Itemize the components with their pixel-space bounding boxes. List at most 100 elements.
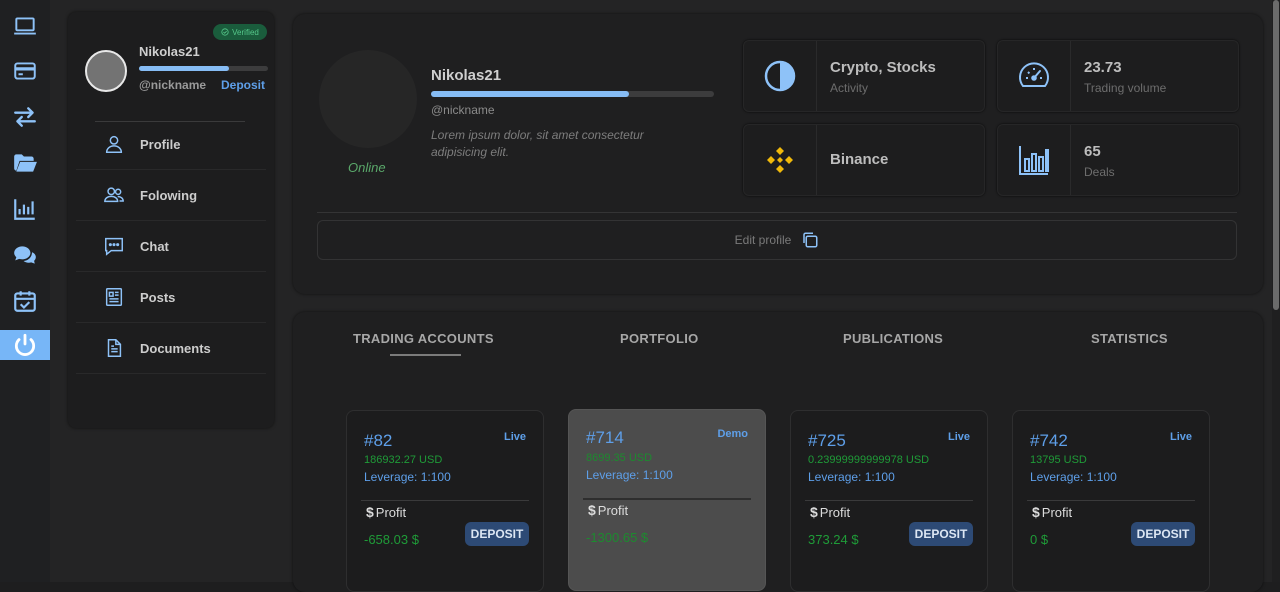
active-tab-indicator bbox=[390, 354, 461, 356]
laptop-icon[interactable] bbox=[0, 11, 50, 41]
progress-bar bbox=[139, 66, 268, 71]
account-leverage: Leverage: 1:100 bbox=[586, 468, 673, 482]
divider bbox=[317, 212, 1237, 213]
profile-description: Lorem ipsum dolor, sit amet consectetur … bbox=[431, 128, 644, 159]
profit-value: -658.03 $ bbox=[364, 532, 419, 547]
account-number: #714 bbox=[586, 428, 624, 447]
chat-bubbles-icon[interactable] bbox=[0, 240, 50, 270]
profit-label: $ Profit bbox=[366, 504, 407, 520]
deposit-button[interactable]: DEPOSIT bbox=[909, 522, 973, 546]
newspaper-icon bbox=[105, 288, 123, 306]
profit-value: 0 $ bbox=[1030, 532, 1049, 547]
sidebar-item-posts[interactable]: Posts bbox=[76, 272, 266, 323]
avatar[interactable] bbox=[85, 50, 127, 92]
binance-logo-icon bbox=[744, 125, 817, 195]
tab-trading-accounts[interactable]: TRADING ACCOUNTS bbox=[353, 331, 494, 346]
credit-card-icon[interactable] bbox=[0, 56, 50, 86]
stat-label: Deals bbox=[1084, 165, 1115, 179]
user-nickname: @nickname bbox=[139, 78, 207, 92]
stat-value: 65 bbox=[1084, 143, 1101, 160]
sidebar-item-profile[interactable]: Profile bbox=[76, 119, 266, 170]
deposit-button[interactable]: DEPOSIT bbox=[1131, 522, 1195, 546]
account-card[interactable]: #714 Demo 8699.35 USD Leverage: 1:100 $ P… bbox=[568, 409, 766, 591]
dollar-icon: $ bbox=[1032, 504, 1040, 520]
icon-rail bbox=[0, 0, 50, 582]
bar-chart-icon bbox=[998, 125, 1071, 195]
account-card[interactable]: #725 Live 0.23999999999978 USD Leverage:… bbox=[790, 410, 988, 592]
copy-icon bbox=[803, 232, 818, 248]
tab-portfolio[interactable]: PORTFOLIO bbox=[620, 331, 699, 346]
divider bbox=[1027, 500, 1195, 501]
stat-value: Binance bbox=[830, 151, 889, 168]
check-circle-icon bbox=[221, 28, 229, 36]
document-icon bbox=[107, 339, 122, 357]
deposit-link[interactable]: Deposit bbox=[221, 78, 265, 92]
account-card[interactable]: #742 Live 13795 USD Leverage: 1:100 $ Pro… bbox=[1012, 410, 1210, 592]
stat-label: Trading volume bbox=[1084, 81, 1167, 95]
bar-chart-icon[interactable] bbox=[0, 194, 50, 224]
profile-name: Nikolas21 bbox=[431, 67, 502, 84]
edit-profile-label: Edit profile bbox=[734, 233, 792, 247]
account-type: Live bbox=[947, 431, 970, 443]
sidebar-item-label: Chat bbox=[140, 238, 169, 254]
account-type: Live bbox=[1169, 431, 1192, 443]
dollar-icon: $ bbox=[588, 502, 596, 518]
user-name: Nikolas21 bbox=[139, 44, 200, 59]
divider bbox=[583, 498, 751, 500]
transfer-arrows-icon[interactable] bbox=[0, 102, 50, 132]
sidebar-item-documents[interactable]: Documents bbox=[76, 323, 266, 374]
calendar-check-icon[interactable] bbox=[0, 286, 50, 316]
account-balance: 0.23999999999978 USD bbox=[808, 454, 930, 466]
account-card[interactable]: #82 Live 186932.27 USD Leverage: 1:100 $… bbox=[346, 410, 544, 592]
divider bbox=[361, 500, 529, 501]
account-type: Demo bbox=[717, 428, 748, 440]
stat-value: 23.73 bbox=[1084, 59, 1122, 76]
scrollbar[interactable] bbox=[1272, 0, 1280, 582]
speedometer-icon bbox=[998, 41, 1071, 111]
account-number: #82 bbox=[364, 431, 393, 450]
deposit-button[interactable]: DEPOSIT bbox=[465, 522, 529, 546]
progress-fill bbox=[139, 66, 230, 71]
account-type: Live bbox=[503, 431, 526, 443]
progress-fill bbox=[431, 91, 630, 97]
profit-label: $ Profit bbox=[1032, 504, 1073, 520]
verified-badge: Verified bbox=[213, 24, 267, 40]
users-icon bbox=[104, 187, 124, 203]
chat-icon bbox=[105, 237, 123, 256]
profit-value: 373.24 $ bbox=[808, 532, 859, 547]
sidebar-item-chat[interactable]: Chat bbox=[76, 221, 266, 272]
dollar-icon: $ bbox=[810, 504, 818, 520]
stat-deals: 65 Deals bbox=[997, 124, 1239, 196]
profile-card: Online Nikolas21 @nickname Lorem ipsum d… bbox=[293, 14, 1263, 294]
accounts-card: TRADING ACCOUNTS PORTFOLIO PUBLICATIONS … bbox=[293, 312, 1263, 592]
sidebar-item-label: Documents bbox=[140, 340, 211, 356]
sidebar-item-following[interactable]: Folowing bbox=[76, 170, 266, 221]
profit-label: $ Profit bbox=[588, 502, 629, 518]
account-balance: 186932.27 USD bbox=[364, 454, 443, 466]
online-status: Online bbox=[348, 160, 386, 175]
profit-label: $ Profit bbox=[810, 504, 851, 520]
power-icon[interactable] bbox=[0, 330, 50, 360]
tab-statistics[interactable]: STATISTICS bbox=[1091, 331, 1168, 346]
verified-label: Verified bbox=[232, 27, 259, 37]
half-circle-icon bbox=[744, 41, 817, 111]
account-balance: 13795 USD bbox=[1030, 454, 1087, 466]
edit-profile-button[interactable]: Edit profile bbox=[317, 220, 1237, 260]
stat-value: Crypto, Stocks bbox=[830, 59, 936, 76]
account-balance: 8699.35 USD bbox=[586, 452, 653, 464]
folder-open-icon[interactable] bbox=[0, 148, 50, 178]
profile-avatar[interactable] bbox=[319, 50, 417, 148]
account-number: #742 bbox=[1030, 431, 1068, 450]
sidebar-card: Verified Nikolas21 @nickname Deposit Pro… bbox=[68, 12, 274, 428]
scrollbar-thumb[interactable] bbox=[1273, 0, 1279, 310]
stat-activity: Crypto, Stocks Activity bbox=[743, 40, 985, 112]
profile-nickname: @nickname bbox=[431, 103, 495, 117]
dollar-icon: $ bbox=[366, 504, 374, 520]
sidebar-item-label: Folowing bbox=[140, 187, 198, 203]
tab-publications[interactable]: PUBLICATIONS bbox=[843, 331, 943, 346]
sidebar-item-label: Posts bbox=[140, 289, 176, 305]
stat-label: Activity bbox=[830, 81, 869, 95]
stat-trading-volume: 23.73 Trading volume bbox=[997, 40, 1239, 112]
account-leverage: Leverage: 1:100 bbox=[364, 470, 451, 484]
account-leverage: Leverage: 1:100 bbox=[808, 470, 895, 484]
